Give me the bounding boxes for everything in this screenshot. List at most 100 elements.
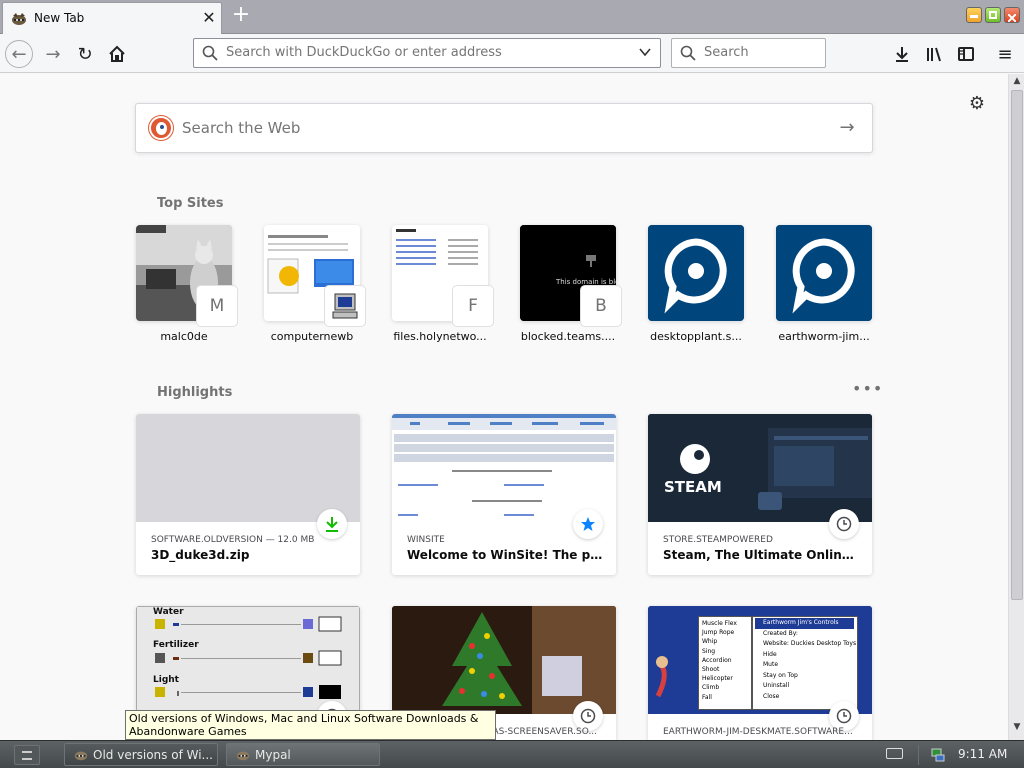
menu-item: Sing xyxy=(702,647,716,655)
card-title: Welcome to WinSite! The place ... xyxy=(407,548,603,562)
speech-bubble-logo-icon xyxy=(776,225,872,321)
menu-item: Jump Rope xyxy=(702,629,735,637)
card-context: EARTHWORM-JIM-DESKMATE.SOFTWARE... xyxy=(663,727,853,737)
new-tab-button[interactable]: + xyxy=(229,4,253,28)
top-site-label: malc0de xyxy=(160,330,208,343)
start-menu-button[interactable] xyxy=(14,745,40,765)
navigation-toolbar: ← → ↻ ≡ xyxy=(0,34,1024,73)
task-label: Old versions of Wi... xyxy=(93,748,213,762)
task-label: Mypal xyxy=(255,748,291,762)
mypal-raccoon-icon xyxy=(74,751,88,761)
card-context: STORE.STEAMPOWERED xyxy=(663,535,773,545)
site-letter-badge: B xyxy=(581,286,621,326)
card-context: WINSITE xyxy=(407,535,445,545)
maximize-window-button[interactable] xyxy=(985,7,1001,23)
card-image: Muscle Flex Jump Rope Whip Sing Accordio… xyxy=(648,606,872,714)
card-title: Steam, The Ultimate Online Ga... xyxy=(663,548,859,562)
web-search-box[interactable]: → xyxy=(135,103,873,153)
library-button[interactable] xyxy=(920,40,948,68)
minimize-window-button[interactable] xyxy=(966,7,982,23)
library-icon xyxy=(927,47,941,62)
card-title: 3D_duke3d.zip xyxy=(151,548,250,562)
highlight-card-winsite[interactable]: WINSITE Welcome to WinSite! The place ..… xyxy=(392,414,616,575)
web-search-input[interactable] xyxy=(182,119,782,137)
more-options-icon[interactable]: ••• xyxy=(852,381,882,399)
menu-item: Created By: xyxy=(763,629,798,637)
menu-item: Website: Duckies Desktop Toys xyxy=(763,640,857,647)
close-tab-icon[interactable]: ✕ xyxy=(199,8,219,28)
downloads-button[interactable] xyxy=(888,40,916,68)
site-letter-badge: F xyxy=(453,286,493,326)
speech-bubble-logo-icon xyxy=(648,225,744,321)
card-image: STEAM xyxy=(648,414,872,522)
tray-separator xyxy=(918,745,919,765)
search-input[interactable] xyxy=(704,45,814,60)
highlight-card-duke3d[interactable]: SOFTWARE.OLDVERSION — 12.0 MB 3D_duke3d.… xyxy=(136,414,360,575)
steam-logo-text: STEAM xyxy=(664,478,722,496)
site-favicon-badge xyxy=(325,286,365,326)
arrow-right-icon[interactable]: → xyxy=(836,117,858,139)
top-site-label: files.holynetwo... xyxy=(393,330,487,343)
search-icon xyxy=(202,45,218,61)
back-button[interactable]: ← xyxy=(5,40,33,68)
top-site-computernewb[interactable]: computernewb xyxy=(264,225,365,347)
home-icon xyxy=(109,45,125,62)
tab-new-tab[interactable]: New Tab ✕ xyxy=(2,2,222,34)
sidebar-button[interactable] xyxy=(952,40,980,68)
menu-item: Accordion xyxy=(702,656,732,664)
top-site-blocked-teams[interactable]: This domain is block B blocked.teams.... xyxy=(520,225,621,347)
highlight-card-steam[interactable]: STEAM STORE.STEAMPOWERED Steam, The Ulti… xyxy=(648,414,872,575)
search-bar[interactable] xyxy=(671,38,826,68)
menu-item: Uninstall xyxy=(763,682,790,689)
menu-item: Stay on Top xyxy=(763,671,798,679)
address-input[interactable] xyxy=(226,45,626,60)
jim-action-menu: Muscle Flex Jump Rope Whip Sing Accordio… xyxy=(698,616,752,710)
gear-icon[interactable]: ⚙ xyxy=(967,94,987,114)
menu-item: Mute xyxy=(763,661,779,668)
top-site-files-holynetwork[interactable]: F files.holynetwo... xyxy=(392,225,493,347)
taskbar-task-oldversion[interactable]: Old versions of Wi... xyxy=(64,743,218,766)
top-site-label: desktopplant.s... xyxy=(650,330,742,343)
site-letter-badge: M xyxy=(197,286,237,326)
menu-item: Earthworm Jim's Controls xyxy=(755,618,854,629)
top-site-desktopplant[interactable]: desktopplant.s... xyxy=(648,225,744,347)
network-icon[interactable] xyxy=(930,746,946,762)
duckduckgo-icon xyxy=(149,116,173,140)
hamburger-menu-button[interactable]: ≡ xyxy=(991,40,1019,68)
top-site-label: computernewb xyxy=(270,330,354,343)
keyboard-icon[interactable] xyxy=(886,748,903,759)
reload-button[interactable]: ↻ xyxy=(71,40,99,68)
menu-item: Climb xyxy=(702,684,720,692)
close-window-button[interactable] xyxy=(1004,7,1020,23)
menu-item: Fall xyxy=(702,693,712,701)
menu-item: Hide xyxy=(763,650,777,658)
card-image: Water Fertilizer Light xyxy=(136,606,360,714)
top-site-label: blocked.teams.... xyxy=(520,330,616,343)
menu-item: Shoot xyxy=(702,666,720,674)
top-site-malc0de[interactable]: M malc0de xyxy=(136,225,237,347)
forward-button[interactable]: → xyxy=(39,40,67,68)
top-site-earthworm-jim[interactable]: earthworm-jim... xyxy=(776,225,872,347)
address-bar[interactable] xyxy=(193,38,661,68)
vertical-scrollbar[interactable]: ▲ ▼ xyxy=(1008,74,1024,740)
scroll-down-arrow-icon[interactable]: ▼ xyxy=(1011,722,1023,736)
menu-item: Muscle Flex xyxy=(702,620,737,627)
clock[interactable]: 9:11 AM xyxy=(958,747,1007,761)
mypal-raccoon-icon xyxy=(236,751,250,761)
scroll-up-arrow-icon[interactable]: ▲ xyxy=(1011,76,1023,90)
chevron-down-icon[interactable] xyxy=(638,45,652,59)
card-image xyxy=(392,606,616,714)
site-thumbnail xyxy=(776,225,872,321)
computer-icon xyxy=(332,293,358,319)
home-button[interactable] xyxy=(103,40,131,68)
download-icon xyxy=(896,47,908,62)
highlights-heading[interactable]: Highlights xyxy=(157,385,232,400)
taskbar-task-mypal[interactable]: Mypal xyxy=(226,743,380,766)
card-image xyxy=(392,414,616,522)
top-sites-heading[interactable]: Top Sites xyxy=(157,196,224,211)
scrollbar-thumb[interactable] xyxy=(1011,90,1023,600)
browser-window: New Tab ✕ + ← → ↻ ≡ xyxy=(0,0,1024,740)
jim-options-submenu: Earthworm Jim's Controls Created By: Web… xyxy=(752,616,858,710)
highlight-card-earthworm-jim[interactable]: Muscle Flex Jump Rope Whip Sing Accordio… xyxy=(648,606,872,740)
blocked-domain-text: This domain is block xyxy=(555,278,616,286)
